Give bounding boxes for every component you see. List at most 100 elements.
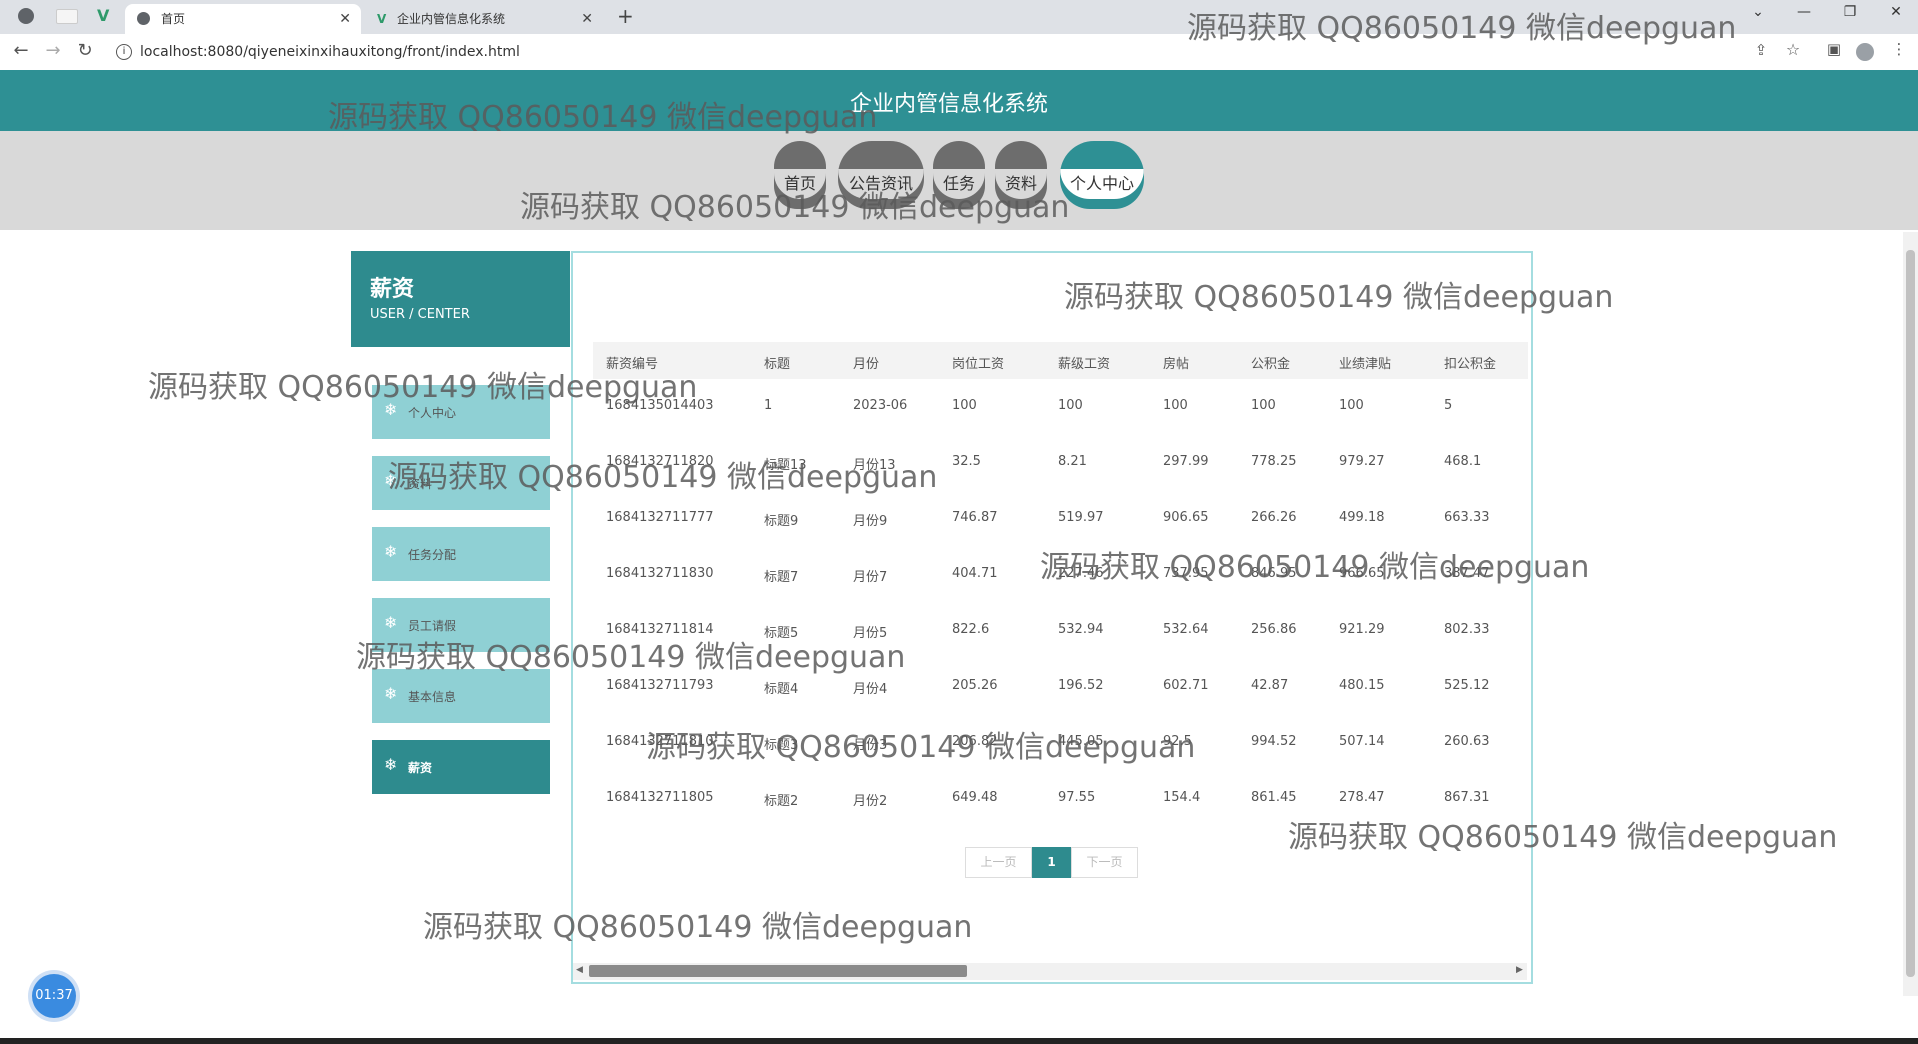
sidepanel-icon[interactable]: ▣ — [1823, 40, 1845, 58]
table-cell: 746.87 — [952, 510, 998, 525]
table-cell: 778.25 — [1251, 454, 1297, 469]
column-header: 扣公积金 — [1444, 357, 1497, 372]
snowflake-icon: ❄ — [384, 542, 398, 561]
watermark-text: 源码获取 QQ86050149 微信deepguan — [1187, 11, 1737, 46]
share-icon[interactable]: ⇪ — [1750, 41, 1772, 59]
browser-icon[interactable] — [18, 8, 34, 24]
table-cell: 1684132711793 — [606, 678, 714, 693]
table-cell: 906.65 — [1163, 510, 1209, 525]
reload-icon[interactable]: ↻ — [74, 40, 96, 61]
watermark-text: 源码获取 QQ86050149 微信deepguan — [356, 640, 906, 675]
table-cell: 532.64 — [1163, 622, 1209, 637]
scroll-left-arrow[interactable]: ◀ — [576, 965, 583, 975]
snowflake-icon: ❄ — [384, 613, 398, 632]
column-header: 房帖 — [1163, 357, 1190, 372]
new-tab-button[interactable]: + — [617, 4, 634, 28]
prev-page-button[interactable]: 上一页 — [965, 847, 1032, 878]
table-cell: 663.33 — [1444, 510, 1490, 525]
page-1-button[interactable]: 1 — [1032, 847, 1071, 878]
watermark-text: 源码获取 QQ86050149 微信deepguan — [423, 910, 973, 945]
nav-label: 个人中心 — [1060, 169, 1144, 199]
snowflake-icon: ❄ — [384, 755, 398, 774]
close-icon[interactable]: ✕ — [339, 4, 351, 34]
table-cell: 802.33 — [1444, 622, 1490, 637]
watermark-text: 源码获取 QQ86050149 微信deepguan — [1040, 550, 1590, 585]
table-cell: 822.6 — [952, 622, 990, 637]
table-cell: 8.21 — [1058, 454, 1087, 469]
scroll-right-arrow[interactable]: ▶ — [1516, 965, 1523, 975]
blank-tab-icon[interactable] — [56, 9, 78, 24]
table-cell: 100 — [1163, 398, 1188, 413]
watermark-text: 源码获取 QQ86050149 微信deepguan — [148, 370, 698, 405]
watermark-text: 源码获取 QQ86050149 微信deepguan — [328, 100, 878, 135]
tab-system[interactable]: V 企业内管信息化系统 ✕ — [367, 4, 603, 34]
table-cell: 1684132711830 — [606, 566, 714, 581]
table-cell: 月份4 — [853, 682, 888, 697]
tab-label: 首页 — [161, 12, 186, 26]
vertical-scroll-thumb[interactable] — [1906, 250, 1915, 977]
column-header: 月份 — [853, 357, 880, 372]
table-cell: 260.63 — [1444, 734, 1490, 749]
site-info-icon[interactable]: i — [116, 44, 132, 60]
site-title: 企业内管信息化系统 — [849, 92, 1048, 117]
table-cell: 标题4 — [764, 682, 799, 697]
taskbar-edge — [0, 1038, 1918, 1044]
tab-label: 企业内管信息化系统 — [397, 12, 506, 26]
column-header: 标题 — [764, 357, 791, 372]
forward-icon[interactable]: → — [42, 40, 64, 61]
table-cell: 100 — [952, 398, 977, 413]
sidebar-item-task-assign[interactable]: ❄ 任务分配 — [372, 527, 550, 581]
table-cell: 266.26 — [1251, 510, 1297, 525]
watermark-text: 源码获取 QQ86050149 微信deepguan — [1288, 820, 1838, 855]
sidebar-title: 薪资 — [370, 277, 415, 302]
nav-personal-center[interactable]: 个人中心 — [1060, 141, 1144, 209]
sidebar-item-label: 任务分配 — [408, 548, 457, 562]
sidebar-item-label: 个人中心 — [408, 406, 457, 420]
timer-badge: 01:37 — [32, 974, 76, 1018]
table-cell: 100 — [1339, 398, 1364, 413]
table-cell: 5 — [1444, 398, 1453, 413]
vue-icon: V — [377, 12, 387, 26]
table-cell: 1 — [764, 398, 773, 413]
table-cell: 100 — [1251, 398, 1276, 413]
table-cell: 507.14 — [1339, 734, 1385, 749]
tab-search-icon[interactable]: ⌄ — [1743, 4, 1773, 20]
sidebar-item-salary[interactable]: ❄ 薪资 — [372, 740, 550, 794]
sidebar-item-basic-info[interactable]: ❄ 基本信息 — [372, 669, 550, 723]
table-cell: 1684132711777 — [606, 510, 714, 525]
next-page-button[interactable]: 下一页 — [1071, 847, 1138, 878]
table-cell: 月份7 — [853, 570, 888, 585]
column-header: 岗位工资 — [952, 357, 1005, 372]
table-cell: 532.94 — [1058, 622, 1104, 637]
close-window-button[interactable]: ✕ — [1881, 4, 1911, 20]
tab-home[interactable]: 首页 ✕ — [125, 4, 361, 34]
table-cell: 32.5 — [952, 454, 981, 469]
table-cell: 297.99 — [1163, 454, 1209, 469]
table-cell: 标题7 — [764, 570, 799, 585]
menu-kebab-icon[interactable]: ⋮ — [1888, 40, 1910, 58]
horizontal-scroll-thumb[interactable] — [589, 965, 967, 977]
close-icon[interactable]: ✕ — [581, 4, 593, 34]
table-cell: 602.71 — [1163, 678, 1209, 693]
minimize-button[interactable]: — — [1789, 4, 1819, 20]
bookmark-star-icon[interactable]: ☆ — [1782, 40, 1804, 59]
table-cell: 2023-06 — [853, 398, 908, 413]
sidebar-item-label: 基本信息 — [408, 690, 457, 704]
site-header: 企业内管信息化系统 — [0, 70, 1918, 131]
table-cell: 404.71 — [952, 566, 998, 581]
url-field[interactable]: localhost:8080/qiyeneixinxihauxitong/fro… — [140, 44, 520, 60]
table-cell: 月份9 — [853, 514, 888, 529]
watermark-text: 源码获取 QQ86050149 微信deepguan — [646, 730, 1196, 765]
table-cell: 196.52 — [1058, 678, 1104, 693]
back-icon[interactable]: ← — [10, 40, 32, 61]
table-cell: 205.26 — [952, 678, 998, 693]
table-cell: 979.27 — [1339, 454, 1385, 469]
table-cell: 519.97 — [1058, 510, 1104, 525]
table-cell: 480.15 — [1339, 678, 1385, 693]
profile-avatar[interactable] — [1856, 43, 1874, 61]
vue-tab-icon[interactable]: V — [97, 6, 109, 25]
restore-button[interactable]: ❐ — [1835, 4, 1865, 20]
table-cell: 标题2 — [764, 794, 799, 809]
table-cell: 525.12 — [1444, 678, 1490, 693]
table-cell: 256.86 — [1251, 622, 1297, 637]
